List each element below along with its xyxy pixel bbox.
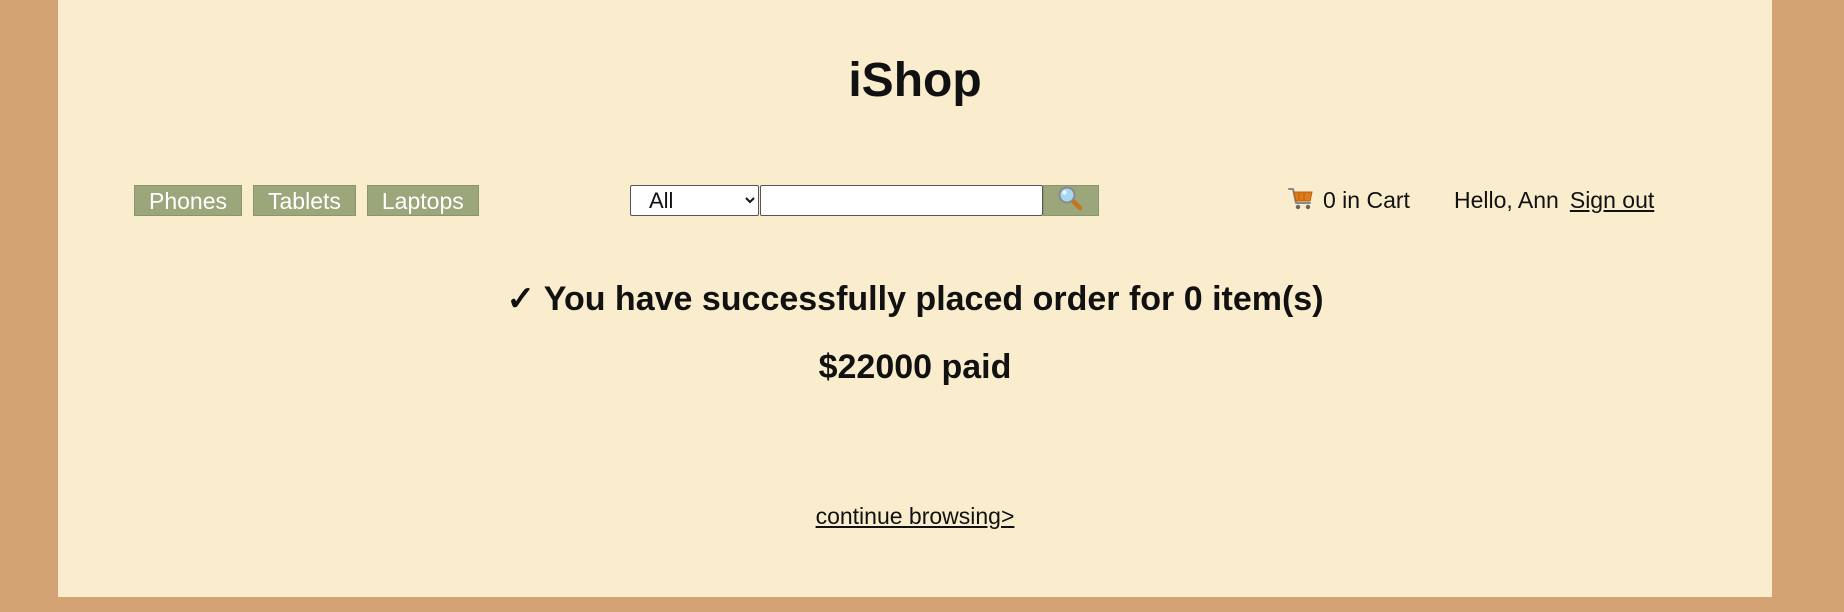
nav-tablets[interactable]: Tablets — [253, 185, 356, 216]
nav-phones[interactable]: Phones — [134, 185, 243, 216]
category-nav: Phones Tablets Laptops — [134, 185, 479, 216]
category-select[interactable]: All — [630, 185, 759, 216]
cart-count-label: 0 in Cart — [1323, 187, 1410, 213]
search-input[interactable] — [760, 185, 1043, 216]
page-container: iShop Phones Tablets Laptops All 0 in Ca… — [58, 0, 1772, 597]
cart-icon — [1287, 184, 1315, 218]
amount-paid-message: $22000 paid — [818, 348, 1012, 386]
magnifier-icon — [1057, 185, 1085, 216]
nav-laptops[interactable]: Laptops — [366, 185, 479, 216]
search-button[interactable] — [1043, 185, 1099, 216]
user-area: Hello, Ann Sign out — [1454, 185, 1654, 216]
order-success-message: ✓ You have successfully placed order for… — [506, 280, 1324, 318]
continue-container: continue browsing> — [58, 502, 1772, 530]
site-title: iShop — [848, 54, 982, 107]
cart-link[interactable]: 0 in Cart — [1287, 185, 1410, 216]
user-greeting: Hello, Ann — [1454, 187, 1559, 213]
continue-browsing-link[interactable]: continue browsing> — [816, 503, 1015, 529]
search-bar: All — [630, 185, 1099, 216]
signout-link[interactable]: Sign out — [1570, 187, 1654, 214]
